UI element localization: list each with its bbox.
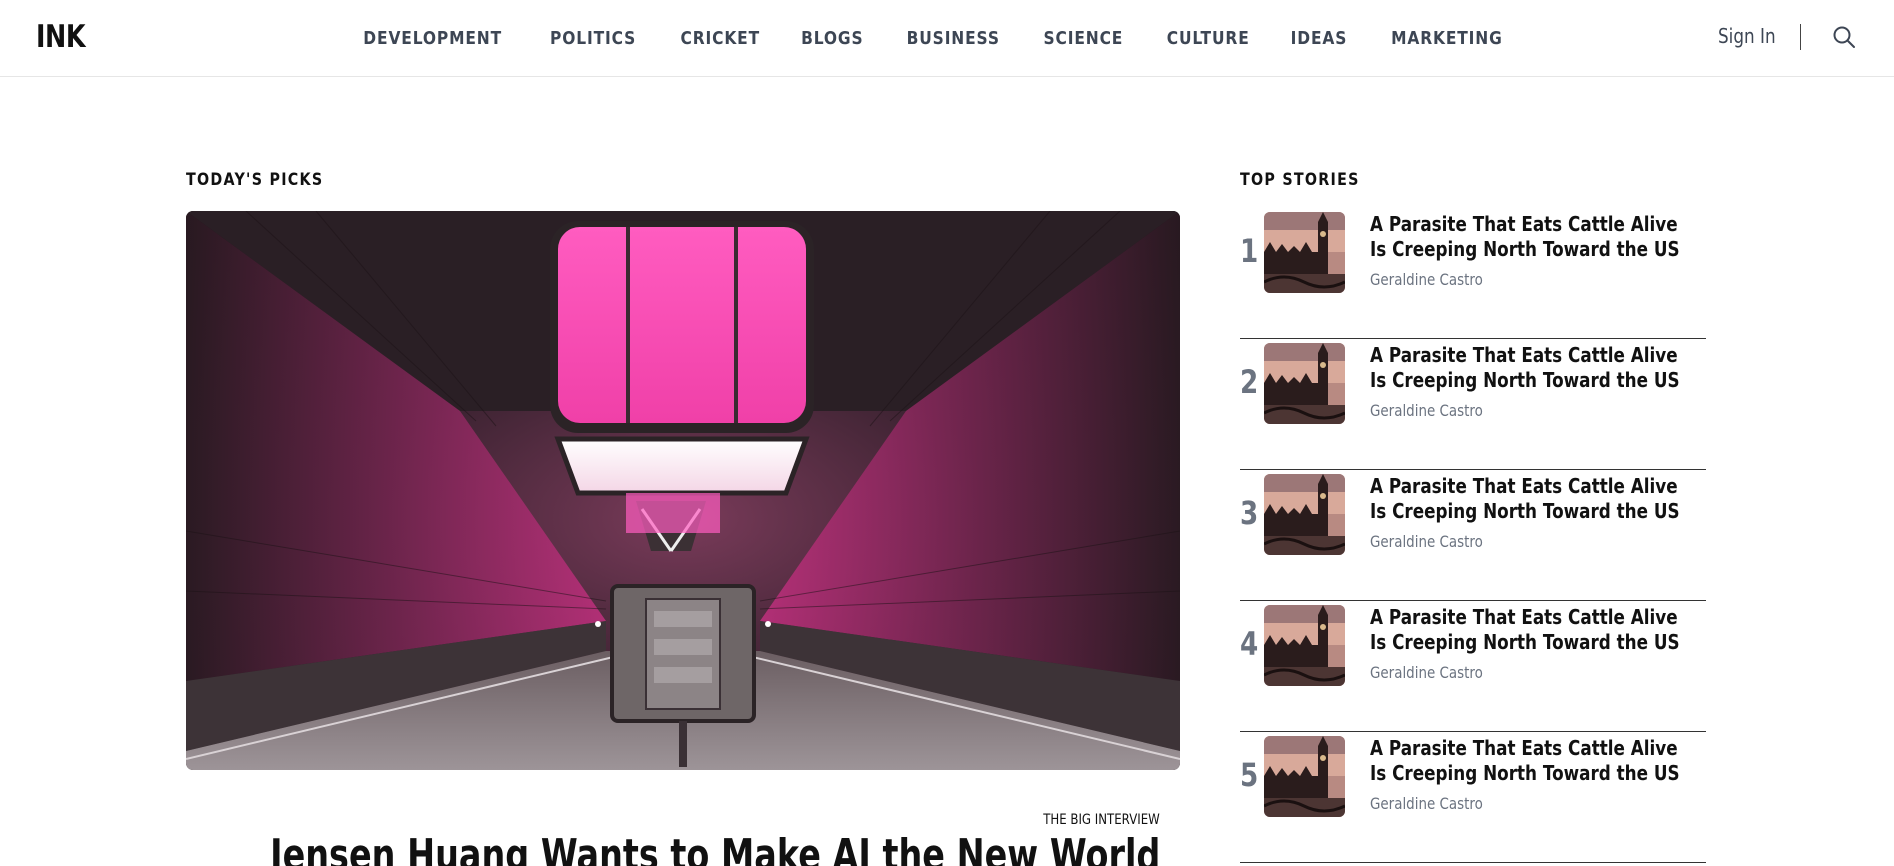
story-rank: 3	[1240, 494, 1259, 532]
story-rank: 1	[1240, 232, 1259, 270]
story-author[interactable]: Geraldine Castro	[1370, 270, 1483, 289]
top-stories-list: 1 A Parasite That Eats Cattle Alive Is C…	[1240, 208, 1706, 863]
site-logo[interactable]: INK	[36, 19, 86, 55]
site-header: INK DEVELOPMENT POLITICS CRICKET BLOGS B…	[0, 0, 1894, 77]
story-item[interactable]: 3 A Parasite That Eats Cattle Alive Is C…	[1240, 470, 1706, 601]
story-rank: 4	[1240, 625, 1259, 663]
story-thumbnail[interactable]	[1264, 736, 1345, 817]
story-item[interactable]: 2 A Parasite That Eats Cattle Alive Is C…	[1240, 339, 1706, 470]
story-author[interactable]: Geraldine Castro	[1370, 794, 1483, 813]
nav-item-culture[interactable]: CULTURE	[1167, 28, 1250, 49]
story-thumbnail[interactable]	[1264, 343, 1345, 424]
sign-in-link[interactable]: Sign In	[1718, 24, 1776, 48]
nav-item-cricket[interactable]: CRICKET	[680, 28, 760, 49]
story-thumbnail[interactable]	[1264, 605, 1345, 686]
story-rank: 2	[1240, 363, 1259, 401]
todays-picks-heading: TODAY'S PICKS	[186, 170, 324, 190]
story-thumbnail[interactable]	[1264, 474, 1345, 555]
nav-item-blogs[interactable]: BLOGS	[801, 28, 863, 49]
nav-item-development[interactable]: DEVELOPMENT	[363, 28, 502, 49]
hero-headline[interactable]: Jensen Huang Wants to Make AI the New Wo…	[270, 830, 1160, 866]
story-item[interactable]: 1 A Parasite That Eats Cattle Alive Is C…	[1240, 208, 1706, 339]
nav-item-science[interactable]: SCIENCE	[1044, 28, 1124, 49]
story-item[interactable]: 4 A Parasite That Eats Cattle Alive Is C…	[1240, 601, 1706, 732]
story-title[interactable]: A Parasite That Eats Cattle Alive Is Cre…	[1370, 605, 1698, 655]
header-divider	[1800, 24, 1801, 50]
nav-list: DEVELOPMENT POLITICS CRICKET BLOGS BUSIN…	[352, 28, 1512, 49]
story-author[interactable]: Geraldine Castro	[1370, 401, 1483, 420]
story-title[interactable]: A Parasite That Eats Cattle Alive Is Cre…	[1370, 474, 1698, 524]
story-thumbnail[interactable]	[1264, 212, 1345, 293]
nav-item-ideas[interactable]: IDEAS	[1291, 28, 1348, 49]
nav-item-politics[interactable]: POLITICS	[550, 28, 636, 49]
search-icon[interactable]	[1832, 25, 1856, 49]
story-author[interactable]: Geraldine Castro	[1370, 532, 1483, 551]
story-rank: 5	[1240, 756, 1259, 794]
nav-item-marketing[interactable]: MARKETING	[1391, 28, 1503, 49]
top-stories-heading: TOP STORIES	[1240, 170, 1360, 190]
hero-image[interactable]	[186, 211, 1180, 770]
main-nav: DEVELOPMENT POLITICS CRICKET BLOGS BUSIN…	[0, 0, 1894, 76]
story-item[interactable]: 5 A Parasite That Eats Cattle Alive Is C…	[1240, 732, 1706, 863]
story-title[interactable]: A Parasite That Eats Cattle Alive Is Cre…	[1370, 736, 1698, 786]
hero-kicker[interactable]: THE BIG INTERVIEW	[1043, 812, 1160, 828]
nav-item-business[interactable]: BUSINESS	[906, 28, 999, 49]
story-title[interactable]: A Parasite That Eats Cattle Alive Is Cre…	[1370, 343, 1698, 393]
story-title[interactable]: A Parasite That Eats Cattle Alive Is Cre…	[1370, 212, 1698, 262]
story-author[interactable]: Geraldine Castro	[1370, 663, 1483, 682]
